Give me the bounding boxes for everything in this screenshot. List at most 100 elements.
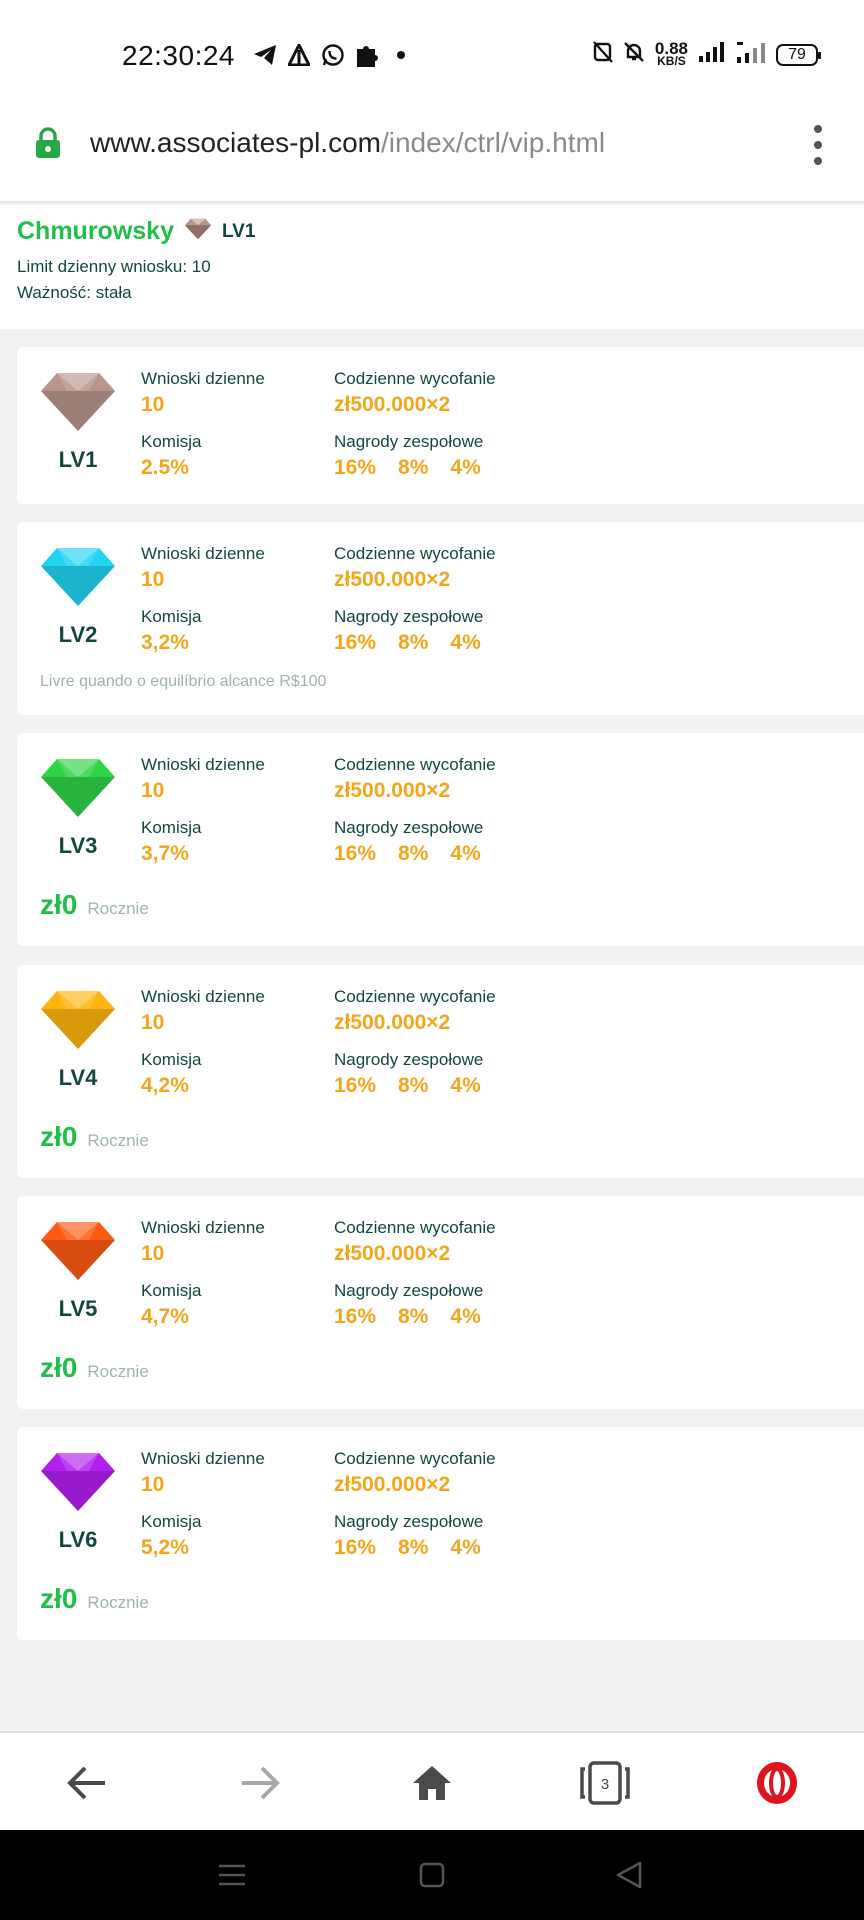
team-reward-value: 4% [450, 1074, 481, 1097]
menu-lines-icon [219, 1864, 245, 1886]
browser-bottom-nav: 3 [0, 1731, 864, 1830]
user-info-panel: Chmurowsky LV1 Limit dzienny wniosku: 10… [0, 205, 864, 329]
level-label: LV6 [58, 1527, 98, 1552]
commission-label: Komisja [141, 818, 202, 837]
notification-icons [252, 42, 414, 68]
tabs-button[interactable]: 3 [555, 1733, 655, 1832]
team-reward-value: 16% [334, 631, 377, 654]
daily-withdrawal-value: zł500.000×2 [334, 779, 451, 802]
price-period: Rocznie [87, 899, 149, 918]
team-reward-value: 8% [398, 631, 429, 654]
status-bar: 22:30:24 0.88 KB/S 79 [0, 0, 864, 115]
team-reward-value: 16% [334, 1305, 377, 1328]
price-row[interactable]: zł0 Rocznie [40, 1121, 149, 1153]
vip-card-lv5[interactable]: LV5 Wnioski dzienne 10 Codzienne wycofanie z… [17, 1196, 864, 1409]
browser-address-bar[interactable]: www.associates-pl.com/index/ctrl/vip.htm… [0, 115, 864, 203]
team-rewards-block: Nagrody zespołowe 16% 8% 4% [334, 432, 503, 480]
signal-icon [698, 41, 726, 68]
back-arrow-icon [67, 1766, 105, 1799]
nfc-off-icon [593, 41, 613, 68]
commission-value: 3,2% [141, 631, 189, 654]
daily-requests-value: 10 [141, 1242, 165, 1265]
level-label: LV3 [58, 833, 98, 858]
level-label: LV1 [58, 447, 98, 472]
vip-card-lv2[interactable]: LV2 Wnioski dzienne 10 Codzienne wycofanie z… [17, 522, 864, 715]
diamond-icon [41, 1222, 115, 1280]
speed-value: 0.88 [654, 38, 688, 58]
daily-requests-label: Wnioski dzienne [141, 987, 265, 1006]
system-status: 0.88 KB/S 79 [593, 38, 821, 69]
team-rewards-values: 16% 8% 4% [334, 631, 503, 655]
back-button[interactable] [37, 1733, 137, 1832]
opera-menu-button[interactable] [727, 1733, 827, 1832]
daily-withdrawal-block: Codzienne wycofanie zł500.000×2 [334, 987, 496, 1035]
opera-icon [757, 1761, 797, 1804]
url-text[interactable]: www.associates-pl.com/index/ctrl/vip.htm… [90, 127, 605, 159]
daily-withdrawal-value: zł500.000×2 [334, 568, 451, 591]
price-row[interactable]: zł0 Rocznie [40, 1583, 149, 1615]
forward-button[interactable] [210, 1733, 310, 1832]
user-level: LV1 [221, 220, 256, 242]
price-period: Rocznie [87, 1362, 149, 1381]
daily-requests-value: 10 [141, 393, 165, 416]
team-rewards-block: Nagrody zespołowe 16% 8% 4% [334, 818, 503, 866]
daily-requests-block: Wnioski dzienne 10 [141, 1218, 265, 1266]
commission-label: Komisja [141, 432, 202, 451]
price-value: zł0 [40, 1583, 78, 1614]
price-value: zł0 [40, 889, 78, 920]
vip-card-lv3[interactable]: LV3 Wnioski dzienne 10 Codzienne wycofanie z… [17, 733, 864, 946]
price-row[interactable]: zł0 Rocznie [40, 889, 149, 921]
team-rewards-label: Nagrody zespołowe [334, 607, 484, 626]
price-row[interactable]: zł0 Rocznie [40, 1352, 149, 1384]
team-rewards-values: 16% 8% 4% [334, 842, 503, 866]
team-reward-value: 8% [398, 456, 429, 479]
commission-value: 4,2% [141, 1074, 189, 1097]
team-rewards-values: 16% 8% 4% [334, 1074, 503, 1098]
diamond-icon [41, 1453, 115, 1511]
network-speed: 0.88 KB/S [654, 38, 688, 68]
vip-card-lv4[interactable]: LV4 Wnioski dzienne 10 Codzienne wycofanie z… [17, 965, 864, 1178]
system-back-button[interactable] [606, 1852, 652, 1898]
commission-block: Komisja 5,2% [141, 1512, 201, 1560]
daily-requests-label: Wnioski dzienne [141, 544, 265, 563]
team-reward-value: 8% [398, 842, 429, 865]
user-name-row: Chmurowsky LV1 [17, 217, 255, 246]
commission-value: 4,7% [141, 1305, 189, 1328]
daily-withdrawal-label: Codzienne wycofanie [334, 755, 496, 774]
team-rewards-label: Nagrody zespołowe [334, 432, 484, 451]
home-button[interactable] [382, 1733, 482, 1832]
daily-requests-value: 10 [141, 1011, 165, 1034]
commission-label: Komisja [141, 1281, 202, 1300]
level-label: LV5 [58, 1296, 98, 1321]
back-triangle-icon [616, 1861, 642, 1889]
team-reward-value: 4% [450, 1536, 481, 1559]
daily-requests-block: Wnioski dzienne 10 [141, 544, 265, 592]
commission-value: 5,2% [141, 1536, 189, 1559]
diamond-icon [41, 759, 115, 817]
team-reward-value: 4% [450, 842, 481, 865]
commission-label: Komisja [141, 607, 202, 626]
lock-icon[interactable] [34, 127, 62, 164]
vip-card-lv1[interactable]: LV1 Wnioski dzienne 10 Codzienne wycofanie z… [17, 347, 864, 504]
browser-menu-icon[interactable] [812, 125, 824, 165]
price-period: Rocznie [87, 1593, 149, 1612]
speed-unit: KB/S [657, 53, 686, 68]
diamond-icon [41, 991, 115, 1049]
diamond-icon [184, 218, 212, 245]
price-value: zł0 [40, 1352, 78, 1383]
tabs-count: 3 [601, 1776, 609, 1793]
daily-withdrawal-label: Codzienne wycofanie [334, 987, 496, 1006]
vip-card-lv6[interactable]: LV6 Wnioski dzienne 10 Codzienne wycofanie z… [17, 1427, 864, 1640]
system-home-button[interactable] [409, 1852, 455, 1898]
daily-requests-value: 10 [141, 779, 165, 802]
commission-block: Komisja 4,7% [141, 1281, 201, 1329]
team-rewards-block: Nagrody zespołowe 16% 8% 4% [334, 1512, 503, 1560]
team-reward-value: 16% [334, 1536, 377, 1559]
team-reward-value: 16% [334, 456, 377, 479]
puzzle-icon [354, 42, 380, 68]
daily-withdrawal-label: Codzienne wycofanie [334, 544, 496, 563]
daily-withdrawal-label: Codzienne wycofanie [334, 1218, 496, 1237]
delta-icon [286, 42, 312, 68]
daily-withdrawal-label: Codzienne wycofanie [334, 369, 496, 388]
recent-apps-button[interactable] [209, 1852, 255, 1898]
